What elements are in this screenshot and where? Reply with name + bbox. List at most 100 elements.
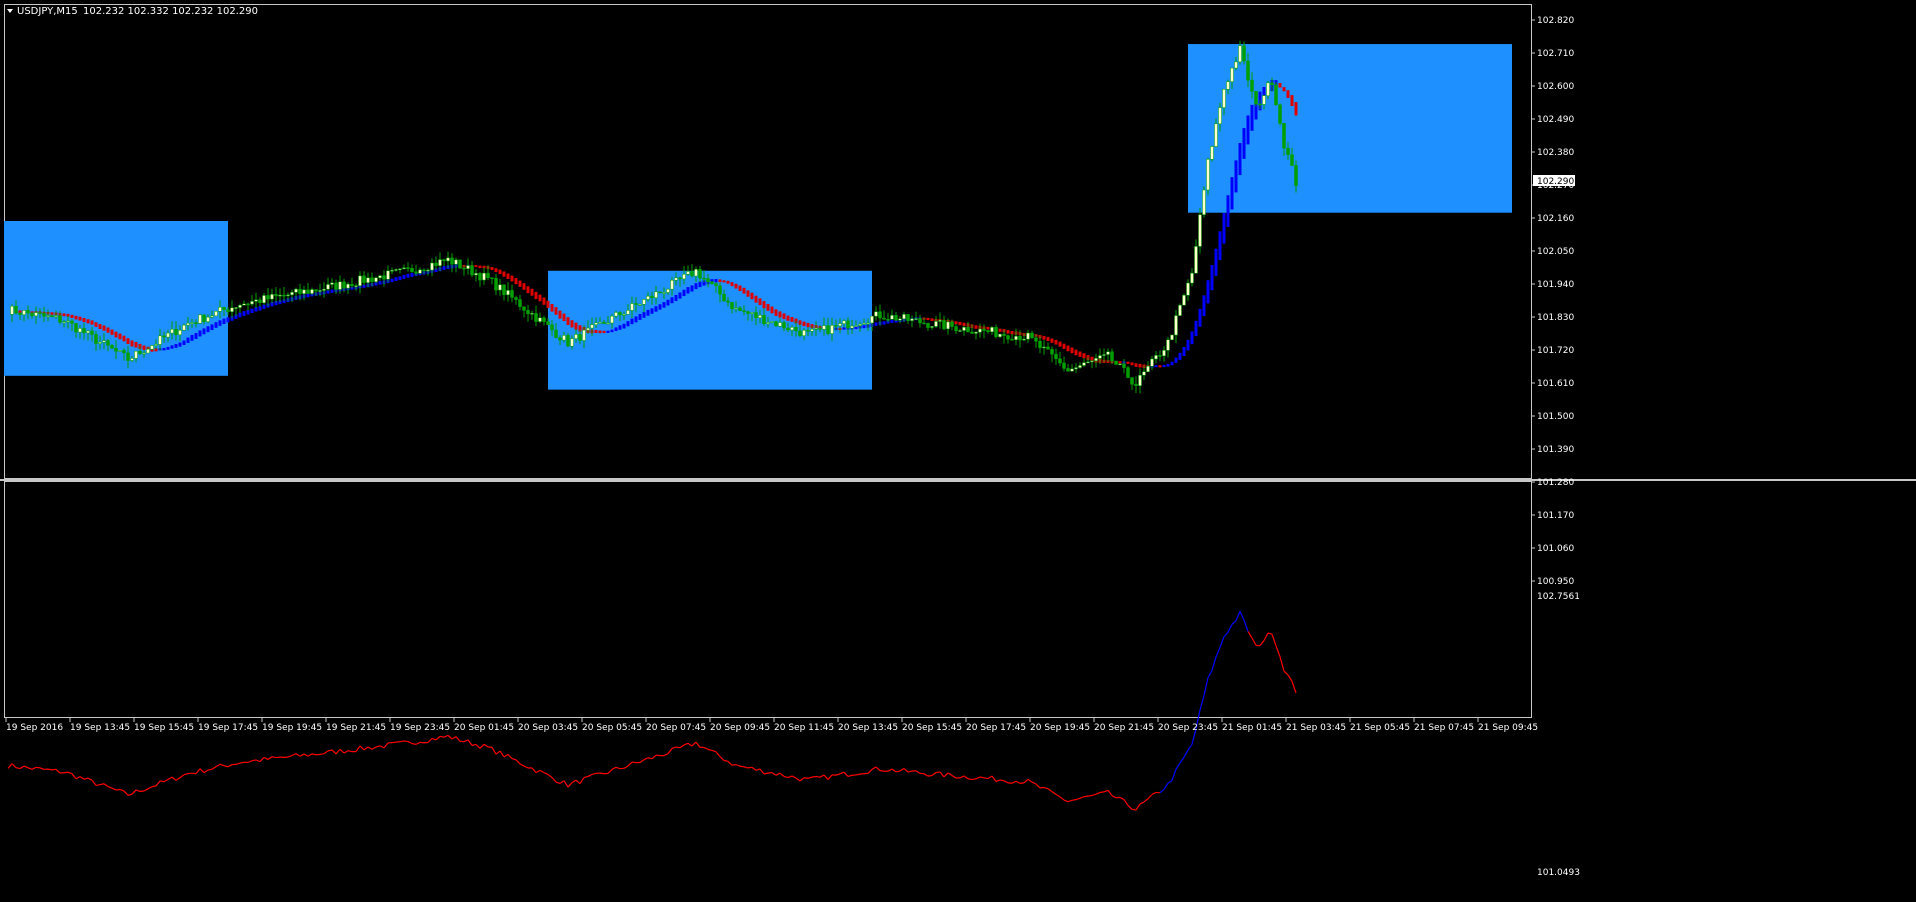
- indicator-segment: [167, 776, 173, 780]
- chart-window[interactable]: 102.820 102.710 102.600 102.490 102.380 102.2…: [0, 0, 1916, 902]
- indicator-segment: [803, 777, 809, 779]
- candle-body: [934, 321, 938, 327]
- time-tick-label: 20 Sep 07:45: [646, 723, 706, 733]
- indicator-segment: [879, 769, 885, 772]
- candle-body: [314, 289, 318, 292]
- indicator-segment: [255, 759, 261, 763]
- candle-body: [1178, 304, 1182, 316]
- candle-body: [566, 335, 570, 347]
- indicator-segment: [219, 763, 225, 767]
- candle-body: [290, 292, 294, 296]
- indicator-segment: [335, 748, 341, 755]
- candle-body: [1130, 377, 1134, 385]
- indicator-segment: [463, 739, 469, 743]
- indicator-segment: [743, 766, 749, 769]
- time-tick-label: 21 Sep 03:45: [1286, 723, 1346, 733]
- candle-body: [1186, 282, 1190, 296]
- indicator-segment: [415, 741, 421, 745]
- indicator-segment: [631, 761, 637, 764]
- candle-body: [518, 299, 522, 308]
- candle-body: [442, 259, 446, 262]
- candle-body: [750, 312, 754, 314]
- indicator-segment: [1259, 640, 1265, 646]
- candle-body: [746, 311, 750, 314]
- candle-body: [534, 313, 538, 322]
- candle-body: [350, 283, 354, 286]
- indicator-segment: [571, 779, 577, 784]
- candle-body: [958, 330, 962, 332]
- candle-body: [810, 329, 814, 332]
- symbol-header[interactable]: USDJPY,M15 102.232 102.332 102.232 102.2…: [7, 6, 258, 17]
- indicator-segment: [11, 763, 17, 769]
- candle-body: [474, 273, 478, 276]
- candle-body: [106, 340, 110, 346]
- indicator-segment: [995, 779, 1001, 783]
- candle-body: [274, 294, 278, 297]
- candle-body: [586, 327, 590, 331]
- candle-body: [446, 257, 450, 262]
- indicator-segment: [1251, 637, 1257, 646]
- indicator-segment: [1135, 803, 1141, 811]
- indicator-segment: [683, 742, 689, 746]
- indicator-segment: [591, 772, 597, 775]
- candle-body: [1154, 355, 1158, 360]
- indicator-segment: [1027, 778, 1033, 783]
- candle-body: [634, 303, 638, 305]
- price-tick-label: 102.050: [1537, 247, 1574, 257]
- indicator-segment: [299, 753, 305, 757]
- indicator-segment: [467, 739, 473, 746]
- candle-body: [142, 352, 146, 355]
- candle-body: [170, 328, 174, 334]
- candle-body: [578, 334, 582, 341]
- indicator-segment: [259, 756, 265, 763]
- candle-body: [438, 259, 442, 266]
- candle-body: [26, 310, 30, 314]
- indicator-segment: [1023, 778, 1029, 784]
- indicator-segment: [483, 743, 489, 748]
- candle-body: [1206, 159, 1210, 191]
- candle-body: [14, 305, 18, 314]
- candle-body: [734, 307, 738, 310]
- candle-body: [1170, 334, 1174, 341]
- candle-body: [522, 306, 526, 311]
- candle-body: [718, 285, 722, 295]
- candle-body: [846, 320, 850, 329]
- candle-body: [126, 352, 130, 361]
- indicator-frame: [4, 481, 1532, 718]
- dropdown-triangle-icon[interactable]: [7, 9, 13, 13]
- indicator-segment: [515, 759, 521, 765]
- candle-body: [514, 297, 518, 300]
- candle-body: [278, 294, 282, 297]
- indicator-segment: [1131, 808, 1137, 811]
- candle-body: [458, 259, 462, 269]
- candle-body: [258, 299, 262, 304]
- candle-body: [122, 350, 126, 354]
- candle-body: [1166, 339, 1170, 351]
- time-tick-label: 19 Sep 15:45: [134, 723, 194, 733]
- indicator-segment: [83, 777, 89, 780]
- candle-body: [338, 281, 342, 290]
- candle-body: [1230, 67, 1234, 82]
- candle-body: [54, 315, 58, 318]
- indicator-segment: [235, 762, 241, 765]
- indicator-segment: [135, 789, 141, 792]
- indicator-segment: [763, 772, 769, 775]
- candle-body: [226, 309, 230, 312]
- indicator-segment: [143, 788, 149, 792]
- indicator-segment: [727, 760, 733, 766]
- indicator-segment: [1099, 791, 1105, 794]
- candle-body: [870, 315, 874, 324]
- candle-body: [830, 325, 834, 334]
- indicator-segment: [331, 749, 337, 755]
- indicator-segment: [671, 746, 677, 750]
- indicator-segment: [159, 780, 165, 783]
- candle-body: [1054, 353, 1058, 360]
- candle-body: [714, 283, 718, 287]
- indicator-segment: [599, 772, 605, 775]
- indicator-segment: [687, 742, 693, 747]
- indicator-segment: [151, 785, 157, 788]
- price-tick-label: 102.490: [1537, 115, 1574, 125]
- indicator-segment: [1011, 780, 1017, 784]
- indicator-segment: [383, 742, 389, 749]
- candle-body: [806, 330, 810, 332]
